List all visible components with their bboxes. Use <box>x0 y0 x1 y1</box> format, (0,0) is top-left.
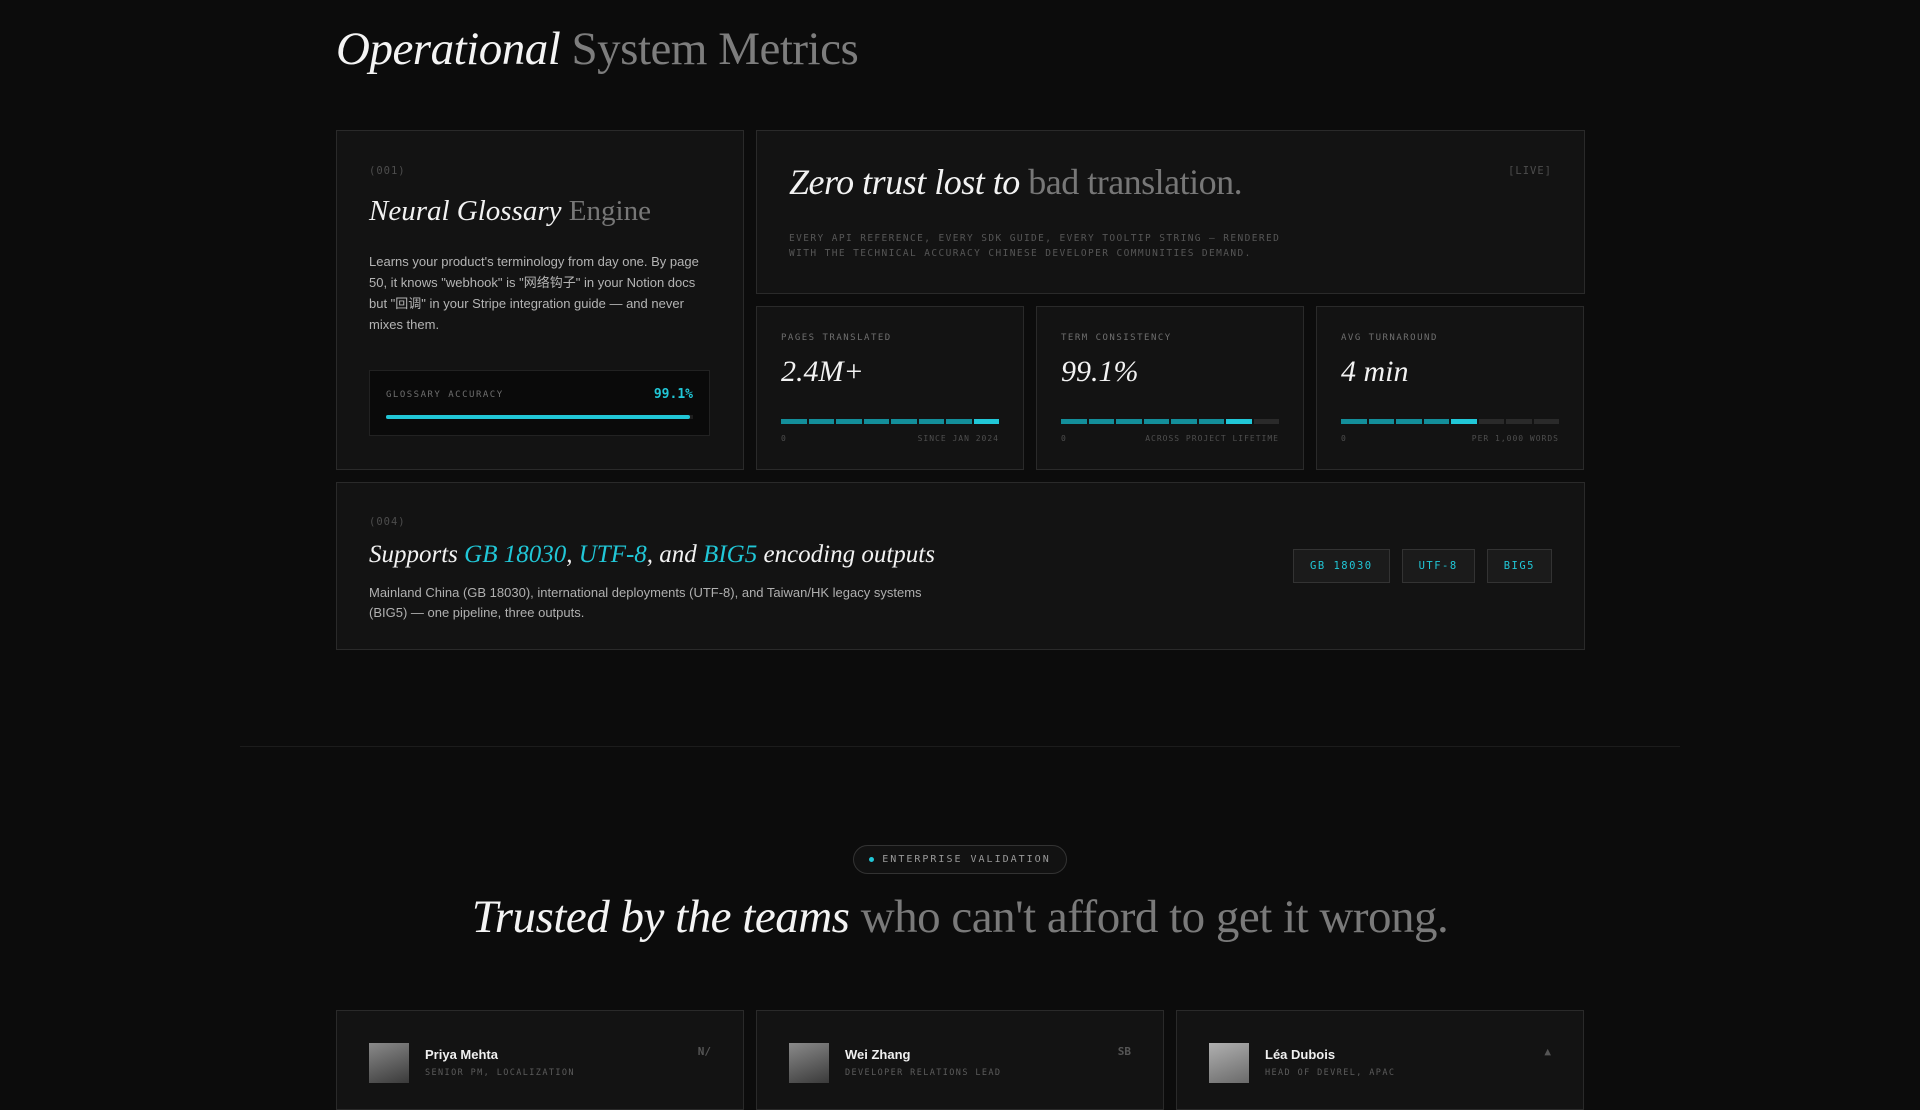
stat-max-label: ACROSS PROJECT LIFETIME <box>1145 434 1279 443</box>
encoding-title-big5: BIG5 <box>703 541 758 568</box>
stat-segment <box>863 419 889 424</box>
testimonials-title-rest: who can't afford to get it wrong. <box>860 891 1449 943</box>
accuracy-value: 99.1% <box>653 387 693 402</box>
encoding-title-separator: , and <box>646 541 697 568</box>
stat-card-pages-translated: PAGES TRANSLATED 2.4M+ 0 SINCE JAN 2024 <box>756 306 1024 470</box>
encoding-title-suffix: encoding outputs <box>763 541 935 568</box>
testimonial-card: Wei Zhang DEVELOPER RELATIONS LEAD SB <box>756 1010 1164 1110</box>
stat-segment <box>973 419 999 424</box>
stat-segment <box>1143 419 1169 424</box>
testimonial-role: DEVELOPER RELATIONS LEAD <box>845 1068 1002 1078</box>
encoding-title-utf8: UTF-8 <box>578 541 647 568</box>
avatar <box>1209 1043 1249 1083</box>
encoding-description: Mainland China (GB 18030), international… <box>369 585 922 620</box>
stat-segment <box>1088 419 1114 424</box>
encoding-title-prefix: Supports <box>369 541 458 568</box>
stat-segment <box>1533 419 1559 424</box>
stat-segment <box>946 419 972 424</box>
encoding-card-title: Supports GB 18030, UTF-8, and BIG5 encod… <box>369 541 935 569</box>
page-title-emphasis: Operational <box>336 23 561 75</box>
stat-segment <box>1423 419 1449 424</box>
accuracy-progress-fill <box>386 415 691 419</box>
glossary-title-emphasis: Neural Glossary <box>369 195 562 227</box>
zero-trust-title-emphasis: Zero trust lost to <box>789 162 1020 202</box>
testimonial-role: SENIOR PM, LOCALIZATION <box>425 1068 575 1078</box>
stat-segment-bar <box>781 419 999 424</box>
encoding-button-utf8[interactable]: UTF-8 <box>1401 549 1475 583</box>
stat-segment <box>891 419 917 424</box>
enterprise-validation-badge: ENTERPRISE VALIDATION <box>853 845 1067 874</box>
stat-value: 2.4M+ <box>781 355 864 388</box>
avatar <box>789 1043 829 1083</box>
company-logo-icon: N/ <box>697 1045 711 1058</box>
stat-segment <box>1506 419 1532 424</box>
stat-value: 99.1% <box>1061 355 1139 388</box>
badge-label: ENTERPRISE VALIDATION <box>882 854 1051 865</box>
glossary-engine-card: (001) Neural Glossary Engine Learns your… <box>336 130 744 470</box>
page-title-rest: System Metrics <box>571 23 859 75</box>
zero-trust-title: Zero trust lost to bad translation. <box>789 161 1243 203</box>
card-index: (001) <box>369 165 406 177</box>
stat-segment <box>1396 419 1422 424</box>
stat-segment-bar <box>1061 419 1279 424</box>
zero-trust-card: Zero trust lost to bad translation. [LIV… <box>756 130 1585 294</box>
company-logo-icon: SB <box>1117 1045 1131 1058</box>
stat-segment <box>1116 419 1142 424</box>
glossary-accuracy-meter: GLOSSARY ACCURACY 99.1% <box>369 370 710 436</box>
testimonials-title-emphasis: Trusted by the teams <box>471 891 850 943</box>
encoding-button-group: GB 18030 UTF-8 BIG5 <box>1293 549 1552 583</box>
stat-label: TERM CONSISTENCY <box>1061 333 1172 343</box>
stat-segment <box>808 419 834 424</box>
section-divider <box>240 746 1680 747</box>
stat-label: AVG TURNAROUND <box>1341 333 1438 343</box>
stat-segment <box>1226 419 1252 424</box>
stat-min-label: 0 <box>1061 434 1067 443</box>
stat-min-label: 0 <box>781 434 787 443</box>
glossary-description: Learns your product's terminology from d… <box>369 254 699 332</box>
page-title: Operational System Metrics <box>336 22 859 76</box>
stat-card-term-consistency: TERM CONSISTENCY 99.1% 0 ACROSS PROJECT … <box>1036 306 1304 470</box>
stat-min-label: 0 <box>1341 434 1347 443</box>
stat-label: PAGES TRANSLATED <box>781 333 892 343</box>
testimonials-title: Trusted by the teams who can't afford to… <box>0 890 1920 944</box>
stat-segment <box>836 419 862 424</box>
zero-trust-subtitle: EVERY API REFERENCE, EVERY SDK GUIDE, EV… <box>789 233 1281 259</box>
stat-segment <box>1451 419 1477 424</box>
glossary-card-title: Neural Glossary Engine <box>369 195 651 228</box>
stat-segment <box>1061 419 1087 424</box>
company-logo-icon: ▲ <box>1544 1045 1551 1058</box>
encoding-title-separator: , <box>566 541 573 568</box>
stat-segment-bar <box>1341 419 1559 424</box>
encoding-title-gb18030: GB 18030 <box>464 541 567 568</box>
encoding-outputs-card: (004) Supports GB 18030, UTF-8, and BIG5… <box>336 482 1585 650</box>
live-tag: [LIVE] <box>1508 165 1552 177</box>
stat-max-label: SINCE JAN 2024 <box>917 434 999 443</box>
glossary-title-rest: Engine <box>568 195 651 227</box>
card-index: (004) <box>369 516 406 528</box>
stat-card-avg-turnaround: AVG TURNAROUND 4 min 0 PER 1,000 WORDS <box>1316 306 1584 470</box>
stat-segment <box>1253 419 1279 424</box>
stat-segment <box>1171 419 1197 424</box>
encoding-button-big5[interactable]: BIG5 <box>1486 549 1552 583</box>
testimonial-card: Léa Dubois HEAD OF DEVREL, APAC ▲ <box>1176 1010 1584 1110</box>
accuracy-label: GLOSSARY ACCURACY <box>386 390 504 400</box>
stat-segment <box>918 419 944 424</box>
stat-value: 4 min <box>1341 355 1409 388</box>
status-dot-icon <box>869 857 875 862</box>
stat-max-label: PER 1,000 WORDS <box>1471 434 1559 443</box>
avatar <box>369 1043 409 1083</box>
testimonial-name: Priya Mehta <box>425 1047 498 1062</box>
stat-segment <box>1478 419 1504 424</box>
testimonial-name: Léa Dubois <box>1265 1047 1336 1062</box>
accuracy-progress-track <box>386 415 693 419</box>
stat-segment <box>781 419 807 424</box>
testimonial-role: HEAD OF DEVREL, APAC <box>1265 1068 1396 1078</box>
encoding-button-gb18030[interactable]: GB 18030 <box>1293 549 1390 583</box>
testimonial-name: Wei Zhang <box>845 1047 911 1062</box>
stat-segment <box>1368 419 1394 424</box>
stat-segment <box>1341 419 1367 424</box>
zero-trust-title-rest: bad translation. <box>1028 162 1243 202</box>
testimonial-card: Priya Mehta SENIOR PM, LOCALIZATION N/ <box>336 1010 744 1110</box>
stat-segment <box>1198 419 1224 424</box>
